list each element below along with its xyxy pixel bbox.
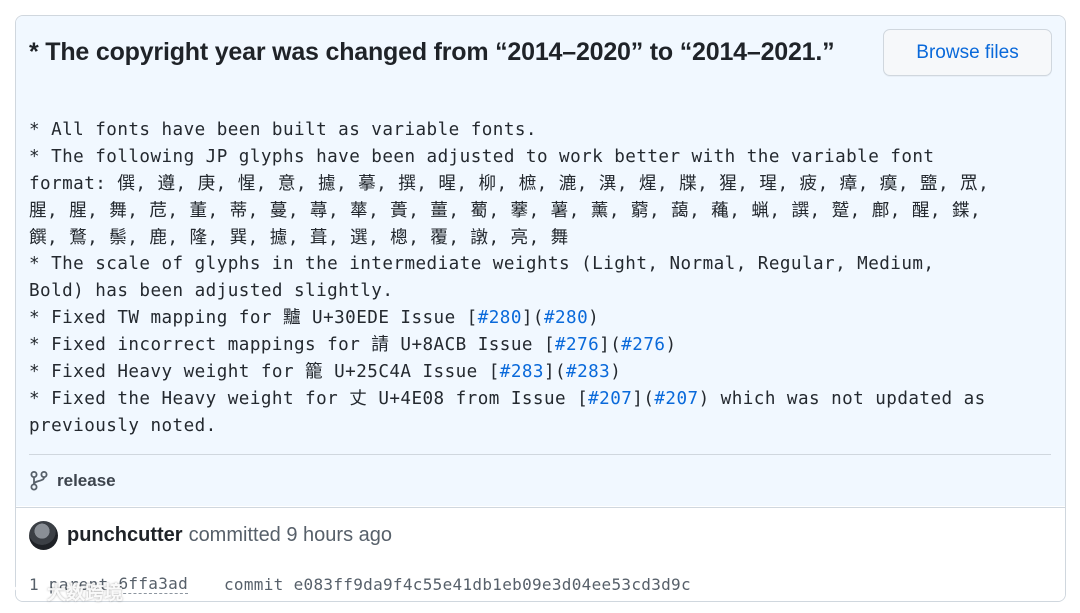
description-text: previously noted. (29, 415, 217, 436)
branch-info[interactable]: release (29, 468, 116, 494)
divider (29, 454, 1051, 455)
description-text: * Fixed TW mapping for 黸 U+30EDE Issue [ (29, 308, 478, 329)
description-text: * Fixed incorrect mappings for 請 U+8ACB … (29, 335, 555, 356)
description-text: ]( (599, 335, 622, 356)
commit-title: * The copyright year was changed from “2… (29, 38, 835, 66)
description-line: previously noted. (29, 413, 1059, 440)
description-line: 腥, 腥, 舞, 苊, 董, 蒂, 蔓, 蕁, 蕐, 蕢, 薑, 薥, 藆, 薯… (29, 198, 1059, 225)
commit-message-box: * The copyright year was changed from “2… (16, 16, 1065, 506)
watermark-logo: 大数跨境 (9, 578, 123, 605)
watermark-icon (10, 585, 42, 598)
author-link[interactable]: punchcutter (67, 524, 183, 547)
description-text: ]( (521, 308, 544, 329)
author-row: punchcutter committed 9 hours ago (29, 520, 392, 550)
description-text: * All fonts have been built as variable … (29, 120, 537, 140)
description-line: Bold) has been adjusted slightly. (29, 278, 1059, 305)
description-line: * The following JP glyphs have been adju… (29, 144, 1059, 171)
description-line: * Fixed incorrect mappings for 請 U+8ACB … (29, 332, 1059, 359)
description-text: ]( (543, 362, 567, 383)
description-line: * The scale of glyphs in the intermediat… (29, 251, 1059, 278)
issue-link[interactable]: #283 (566, 362, 610, 382)
description-text: 饌, 鶩, 鬃, 鹿, 隆, 巽, 攄, 葺, 選, 樬, 覆, 譈, 亮, 舞 (29, 227, 569, 248)
committed-time: committed 9 hours ago (188, 523, 392, 546)
issue-link[interactable]: #207 (654, 389, 698, 409)
watermark-text: 大数跨境 (47, 583, 124, 604)
branch-name: release (57, 471, 116, 490)
commit-meta: punchcutter committed 9 hours ago 1 pare… (16, 507, 1065, 601)
description-line: * Fixed TW mapping for 黸 U+30EDE Issue [… (29, 305, 1059, 332)
description-text: ]( (632, 388, 655, 409)
issue-link[interactable]: #276 (555, 335, 599, 355)
issue-link[interactable]: #283 (500, 362, 544, 382)
description-text: Bold) has been adjusted slightly. (29, 281, 394, 302)
issue-link[interactable]: #280 (478, 308, 522, 328)
parent-sha-link[interactable]: 6ffa3ad (118, 574, 188, 594)
description-text: ) (665, 335, 677, 356)
description-line: * All fonts have been built as variable … (29, 117, 1059, 144)
description-text: * Fixed the Heavy weight for 丈 U+4E08 fr… (29, 388, 589, 409)
git-branch-icon (30, 471, 48, 491)
sha-row: 1 parent 6ffa3ad commit e083ff9da9f4c55e… (29, 574, 691, 594)
issue-link[interactable]: #207 (588, 389, 632, 409)
description-line: * Fixed Heavy weight for 籠 U+25C4A Issue… (29, 359, 1059, 386)
browse-files-button[interactable]: Browse files (883, 29, 1052, 76)
description-line: format: 僎, 遵, 庚, 惺, 意, 攄, 摹, 撰, 暒, 柳, 樜,… (29, 171, 1059, 198)
user-avatar[interactable] (29, 520, 58, 550)
issue-link[interactable]: #276 (621, 335, 665, 355)
description-text: 腥, 腥, 舞, 苊, 董, 蒂, 蔓, 蕁, 蕐, 蕢, 薑, 薥, 藆, 薯… (29, 200, 982, 221)
description-text: ) which was not updated as (698, 388, 986, 409)
description-text: * Fixed Heavy weight for 籠 U+25C4A Issue… (29, 362, 500, 383)
commit-label: commit (224, 574, 284, 594)
description-line: * Fixed the Heavy weight for 丈 U+4E08 fr… (29, 386, 1059, 413)
commit-card: * The copyright year was changed from “2… (15, 15, 1066, 602)
description-text: ) (610, 362, 622, 383)
description-line: 饌, 鶩, 鬃, 鹿, 隆, 巽, 攄, 葺, 選, 樬, 覆, 譈, 亮, 舞 (29, 225, 1059, 252)
commit-description: * All fonts have been built as variable … (29, 117, 1059, 440)
issue-link[interactable]: #280 (544, 308, 588, 328)
description-text: * The following JP glyphs have been adju… (29, 146, 935, 167)
description-text: * The scale of glyphs in the intermediat… (29, 254, 935, 275)
description-text: format: 僎, 遵, 庚, 惺, 意, 攄, 摹, 撰, 暒, 柳, 樜,… (29, 173, 990, 194)
commit-sha: e083ff9da9f4c55e41db1eb09e3d04ee53cd3d9c (293, 574, 691, 594)
description-text: ) (588, 308, 600, 329)
